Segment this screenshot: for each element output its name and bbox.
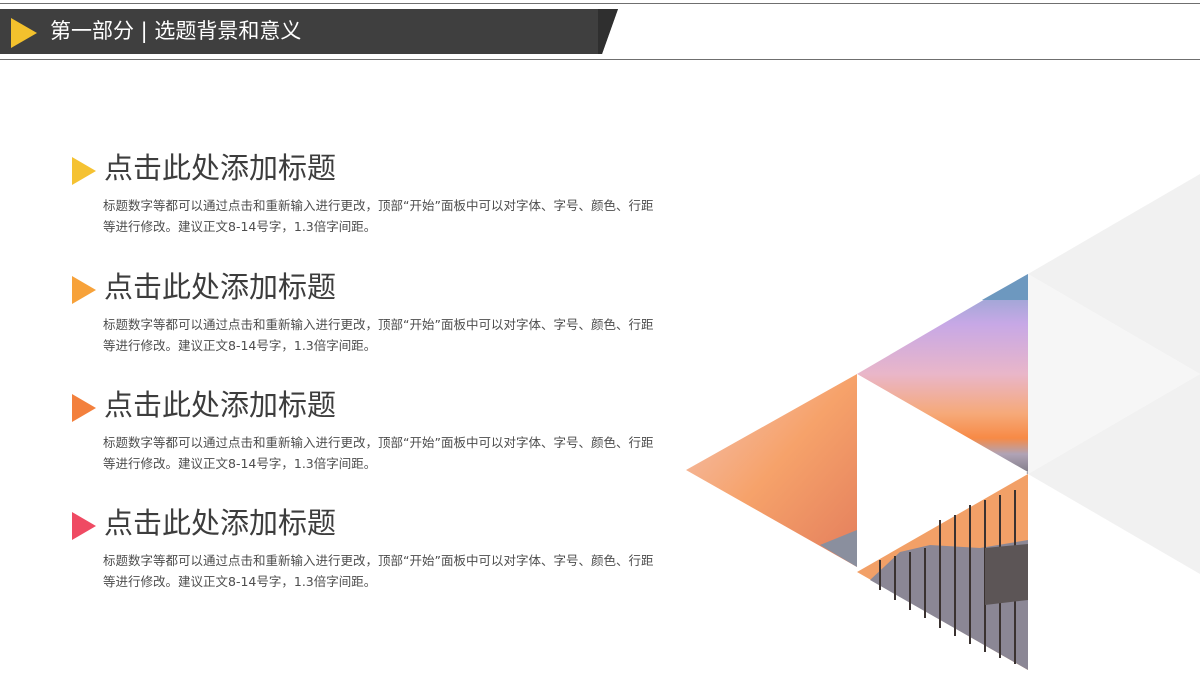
- section-title[interactable]: 点击此处添加标题: [104, 151, 336, 185]
- photo-triangle-left: [686, 374, 857, 567]
- header-bottom-rule: [0, 59, 1200, 60]
- section-body[interactable]: 标题数字等都可以通过点击和重新输入进行更改，顶部“开始”面板中可以对字体、字号、…: [103, 314, 663, 356]
- triangle-photo-graphic: [686, 174, 1200, 670]
- triangle-bullet-icon: [72, 394, 96, 422]
- triangle-bullet-icon: [72, 276, 96, 304]
- section-title[interactable]: 点击此处添加标题: [104, 270, 336, 304]
- section-title[interactable]: 点击此处添加标题: [104, 388, 336, 422]
- section-body[interactable]: 标题数字等都可以通过点击和重新输入进行更改，顶部“开始”面板中可以对字体、字号、…: [103, 550, 663, 592]
- section-body[interactable]: 标题数字等都可以通过点击和重新输入进行更改，顶部“开始”面板中可以对字体、字号、…: [103, 195, 663, 237]
- triangle-bullet-icon: [72, 512, 96, 540]
- pier-hut: [985, 544, 1028, 605]
- photo-sky-strip: [982, 274, 1028, 300]
- triangle-bullet-icon: [72, 157, 96, 185]
- page-title: 第一部分 | 选题背景和意义: [50, 19, 302, 43]
- play-arrow-icon: [11, 18, 37, 48]
- section-body[interactable]: 标题数字等都可以通过点击和重新输入进行更改，顶部“开始”面板中可以对字体、字号、…: [103, 432, 663, 474]
- section-title[interactable]: 点击此处添加标题: [104, 506, 336, 540]
- top-rule: [0, 3, 1200, 4]
